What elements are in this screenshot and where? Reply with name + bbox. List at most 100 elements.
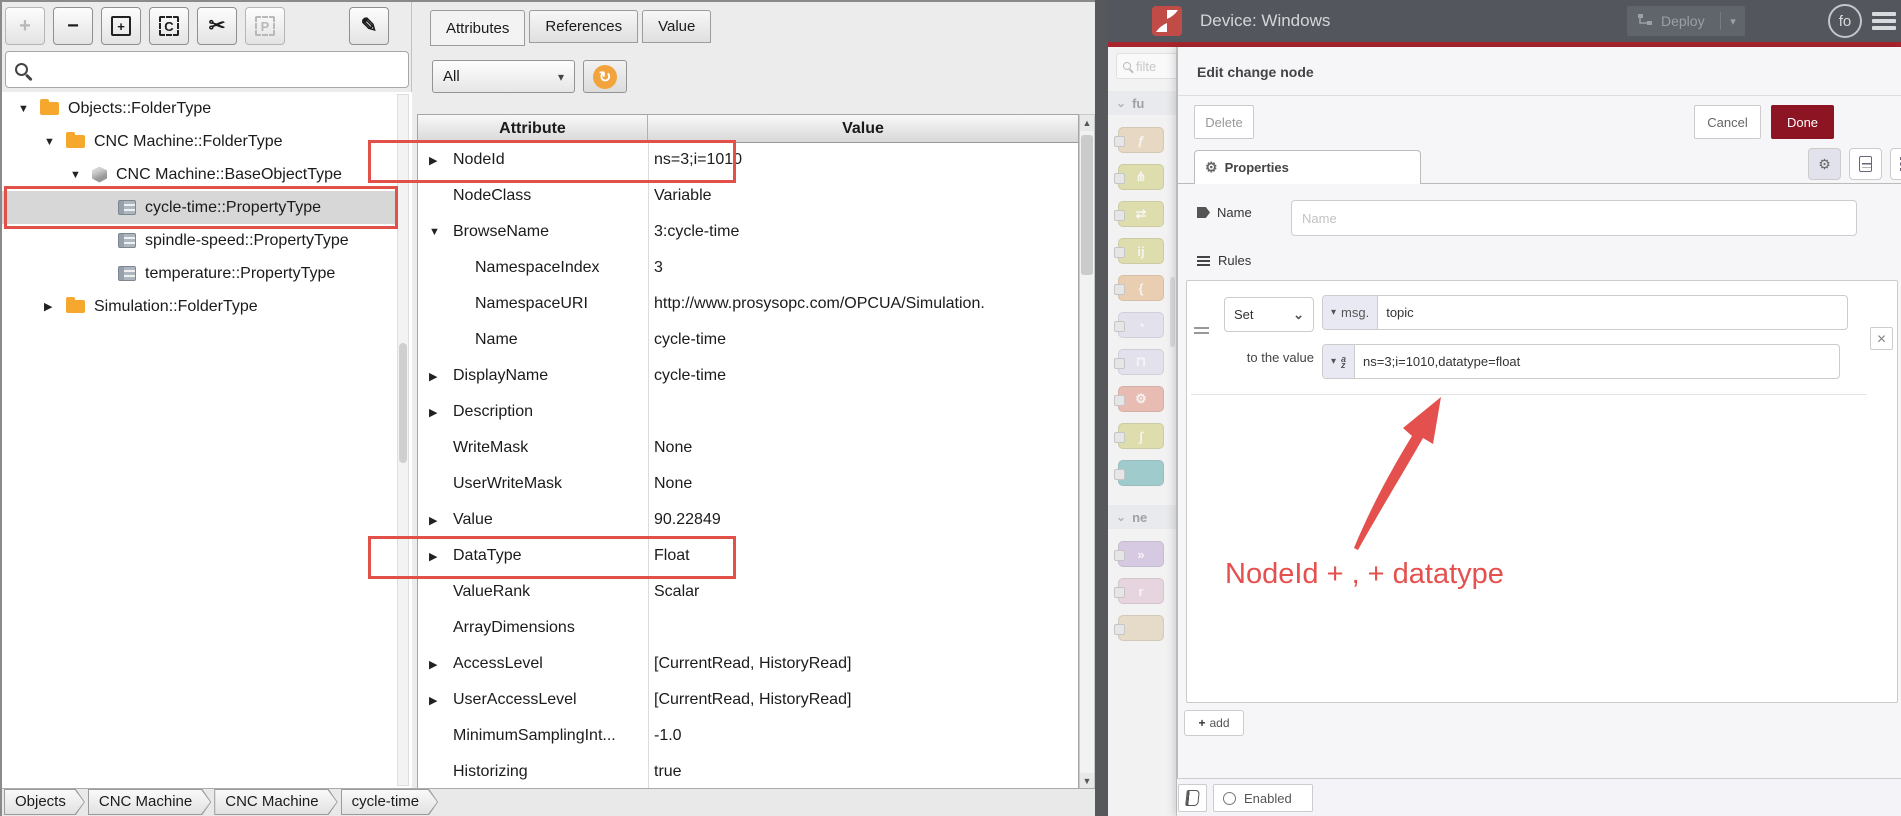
expander-icon[interactable]: ▶ xyxy=(429,694,437,707)
palette-scrollbar-thumb[interactable] xyxy=(1170,277,1175,347)
appearance-button[interactable] xyxy=(1890,148,1901,180)
table-row[interactable]: ArrayDimensions xyxy=(418,611,1078,647)
palette-search-input[interactable]: filte xyxy=(1116,53,1176,79)
table-row[interactable]: ▶ Description xyxy=(418,395,1078,431)
table-row[interactable]: UserWriteMask None xyxy=(418,467,1078,503)
breadcrumb-tab[interactable]: Objects xyxy=(4,789,85,815)
table-row[interactable]: ▶ AccessLevel [CurrentRead, HistoryRead] xyxy=(418,647,1078,683)
expander-icon[interactable]: ▶ xyxy=(44,300,66,313)
request-node[interactable]: r xyxy=(1114,578,1164,604)
table-row[interactable]: NamespaceURI http://www.prosysopc.com/OP… xyxy=(418,287,1078,323)
tab-properties[interactable]: ⚙ Properties xyxy=(1194,150,1421,184)
attribute-filter-select[interactable]: All xyxy=(432,60,575,93)
scroll-up-arrow-icon[interactable]: ▲ xyxy=(1080,115,1094,131)
switch-node[interactable]: ⋔ xyxy=(1114,164,1164,190)
typed-input-type-msg[interactable]: msg. xyxy=(1323,296,1379,329)
exec-node[interactable]: ⚙ xyxy=(1114,386,1164,412)
tree-item[interactable]: cycle-time::PropertyType xyxy=(2,186,398,229)
tree-item[interactable]: ▶ Simulation::FolderType xyxy=(2,290,396,323)
cancel-button[interactable]: Cancel xyxy=(1694,105,1761,139)
table-row[interactable]: WriteMask None xyxy=(418,431,1078,467)
table-row[interactable]: ▼ BrowseName 3:cycle-time xyxy=(418,215,1078,251)
tree-item[interactable]: temperature::PropertyType xyxy=(2,257,396,290)
table-row[interactable]: ▶ Value 90.22849 xyxy=(418,503,1078,539)
link-node[interactable] xyxy=(1114,460,1164,486)
done-button[interactable]: Done xyxy=(1771,105,1834,139)
remove[interactable]: − xyxy=(53,7,93,45)
docs-button[interactable] xyxy=(1178,784,1207,812)
user-avatar[interactable]: fo xyxy=(1828,4,1862,38)
breadcrumb-tab[interactable]: CNC Machine xyxy=(88,789,211,815)
node-settings-button[interactable]: ⚙ xyxy=(1808,148,1841,180)
tree-scrollbar[interactable] xyxy=(397,94,409,786)
hamburger-menu-icon[interactable] xyxy=(1872,12,1896,30)
websocket-node[interactable] xyxy=(1114,615,1164,641)
table-row[interactable]: Historizing true xyxy=(418,755,1078,791)
expander-icon[interactable]: ▶ xyxy=(429,406,437,419)
add-rule-button[interactable]: add xyxy=(1184,710,1244,736)
tree-item[interactable]: ▼ CNC Machine::FolderType xyxy=(2,125,396,158)
delay-node[interactable]: ◔ xyxy=(1114,312,1164,338)
cut[interactable]: ✂ xyxy=(197,7,237,45)
expander-icon[interactable]: ▶ xyxy=(429,514,437,527)
expander-icon[interactable]: ▼ xyxy=(44,136,66,148)
expander-icon[interactable]: ▼ xyxy=(70,169,92,181)
table-row[interactable]: NodeClass Variable xyxy=(418,179,1078,215)
palette-category-network[interactable]: ne xyxy=(1108,505,1176,529)
delete-button[interactable]: Delete xyxy=(1194,105,1254,139)
mqtt-node[interactable]: » xyxy=(1114,541,1164,567)
panel-tab[interactable]: References xyxy=(529,10,639,43)
expander-icon[interactable]: ▶ xyxy=(429,154,437,167)
column-header-attribute[interactable]: Attribute xyxy=(418,115,648,142)
expander-icon[interactable]: ▼ xyxy=(429,226,440,238)
table-row[interactable]: ▶ DataType Float xyxy=(368,536,1078,579)
expander-icon[interactable]: ▶ xyxy=(429,658,437,671)
tree-scrollbar-thumb[interactable] xyxy=(399,343,407,464)
expander-icon[interactable]: ▼ xyxy=(18,103,40,115)
panel-tab[interactable]: Value xyxy=(642,10,712,43)
template-node[interactable]: { xyxy=(1114,275,1164,301)
panel-tab[interactable]: Attributes xyxy=(430,10,526,46)
delete-rule-button[interactable]: ✕ xyxy=(1870,327,1893,350)
table-row[interactable]: MinimumSamplingInt... -1.0 xyxy=(418,719,1078,755)
table-row[interactable]: ▶ DisplayName cycle-time xyxy=(418,359,1078,395)
table-scrollbar[interactable]: ▲ ▼ xyxy=(1079,114,1095,790)
function-node[interactable]: ƒ xyxy=(1114,127,1164,153)
column-header-value[interactable]: Value xyxy=(648,115,1078,142)
edit[interactable]: ✎ xyxy=(349,7,389,45)
table-row[interactable]: NamespaceIndex 3 xyxy=(418,251,1078,287)
paste[interactable]: P xyxy=(245,7,285,45)
refresh-button[interactable]: ↻ xyxy=(583,60,627,93)
breadcrumb-tab[interactable]: cycle-time xyxy=(341,789,439,815)
table-row[interactable]: ValueRank Scalar xyxy=(418,575,1078,611)
tree-item[interactable]: spindle-speed::PropertyType xyxy=(2,224,396,257)
rule-property-input[interactable]: msg. topic xyxy=(1322,295,1848,330)
tree-search-input[interactable] xyxy=(5,51,409,88)
rule-drag-handle[interactable] xyxy=(1194,327,1209,329)
table-row[interactable]: Name cycle-time xyxy=(418,323,1078,359)
table-row[interactable]: ▶ NodeId ns=3;i=1010 xyxy=(368,140,1078,183)
scroll-down-arrow-icon[interactable]: ▼ xyxy=(1080,773,1094,789)
expander-icon[interactable]: ▶ xyxy=(429,550,437,563)
palette-category-function[interactable]: fu xyxy=(1108,91,1176,115)
add[interactable]: + xyxy=(5,7,45,45)
description-button[interactable] xyxy=(1849,148,1882,180)
trigger-node[interactable]: ⊓ xyxy=(1114,349,1164,375)
range-node[interactable]: ij xyxy=(1114,238,1164,264)
deploy-caret-icon[interactable]: ▾ xyxy=(1721,15,1745,28)
tree-item[interactable]: ▼ Objects::FolderType xyxy=(2,92,396,125)
tree-item[interactable]: ▼ CNC Machine::BaseObjectType xyxy=(2,158,396,191)
expander-icon[interactable]: ▶ xyxy=(429,370,437,383)
name-input[interactable] xyxy=(1291,200,1857,236)
deploy-button[interactable]: Deploy ▾ xyxy=(1627,6,1745,36)
change-node[interactable]: ⇄ xyxy=(1114,201,1164,227)
new-object[interactable]: + xyxy=(101,7,141,45)
table-scrollbar-thumb[interactable] xyxy=(1081,135,1093,275)
rule-action-select[interactable]: Set xyxy=(1224,297,1314,332)
copy[interactable]: C xyxy=(149,7,189,45)
rule-value-input[interactable]: a z ns=3;i=1010,datatype=float xyxy=(1322,344,1840,379)
typed-input-type-string[interactable]: a z xyxy=(1323,345,1356,378)
table-row[interactable]: ▶ UserAccessLevel [CurrentRead, HistoryR… xyxy=(418,683,1078,719)
enabled-toggle[interactable]: Enabled xyxy=(1213,784,1313,812)
filter-node[interactable]: ∫ xyxy=(1114,423,1164,449)
